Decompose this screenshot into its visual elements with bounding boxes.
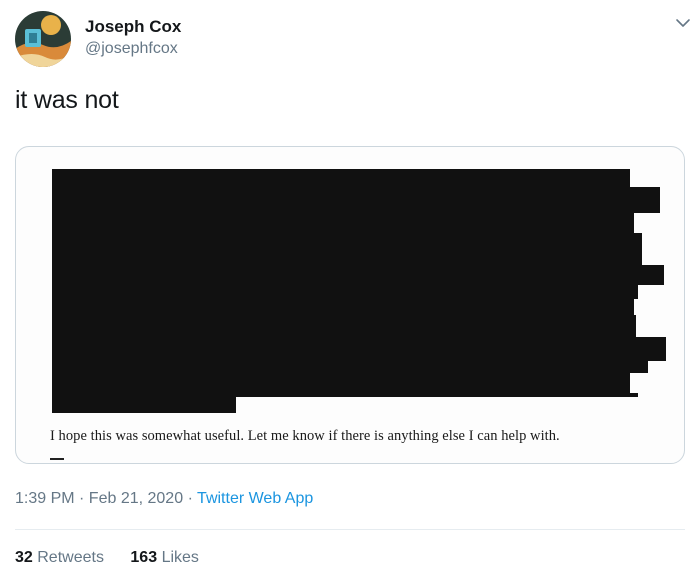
redaction-block — [628, 285, 638, 299]
redaction-block — [52, 393, 236, 413]
redaction-block — [628, 213, 634, 233]
tweet-text: it was not — [15, 86, 119, 114]
likes-label: Likes — [161, 549, 199, 566]
author-name[interactable]: Joseph Cox — [85, 17, 181, 37]
redaction-block — [628, 299, 634, 315]
tweet-metadata: 1:39 PM · Feb 21, 2020 · Twitter Web App — [15, 490, 313, 508]
redaction-block — [628, 265, 664, 285]
author-handle[interactable]: @josephfcox — [85, 40, 178, 58]
redaction-block — [628, 187, 660, 213]
tweet-card: Joseph Cox @josephfcox it was not I hope… — [0, 0, 700, 586]
retweets-stat[interactable]: 32 Retweets — [15, 549, 108, 566]
redaction-block — [628, 315, 636, 337]
likes-stat[interactable]: 163 Likes — [130, 549, 199, 566]
divider — [15, 529, 685, 530]
meta-separator: · — [187, 490, 193, 507]
document-text-line: I hope this was somewhat useful. Let me … — [50, 428, 560, 444]
redaction-block — [628, 233, 642, 265]
tweet-stats: 32 Retweets 163 Likes — [15, 549, 199, 567]
avatar-illustration-icon — [15, 11, 71, 67]
more-options-chevron-down-icon[interactable] — [673, 13, 693, 33]
document-mark — [50, 458, 64, 460]
tweet-media-image[interactable]: I hope this was somewhat useful. Let me … — [15, 146, 685, 464]
redaction-block — [236, 393, 638, 397]
retweets-label: Retweets — [37, 549, 104, 566]
avatar[interactable] — [15, 11, 71, 67]
redaction-block — [628, 337, 666, 361]
tweet-source-link[interactable]: Twitter Web App — [197, 490, 313, 507]
retweets-count: 32 — [15, 549, 33, 566]
tweet-timestamp[interactable]: 1:39 PM · Feb 21, 2020 — [15, 490, 183, 507]
redaction-block — [628, 361, 648, 373]
redaction-block — [52, 169, 630, 394]
likes-count: 163 — [130, 549, 158, 566]
